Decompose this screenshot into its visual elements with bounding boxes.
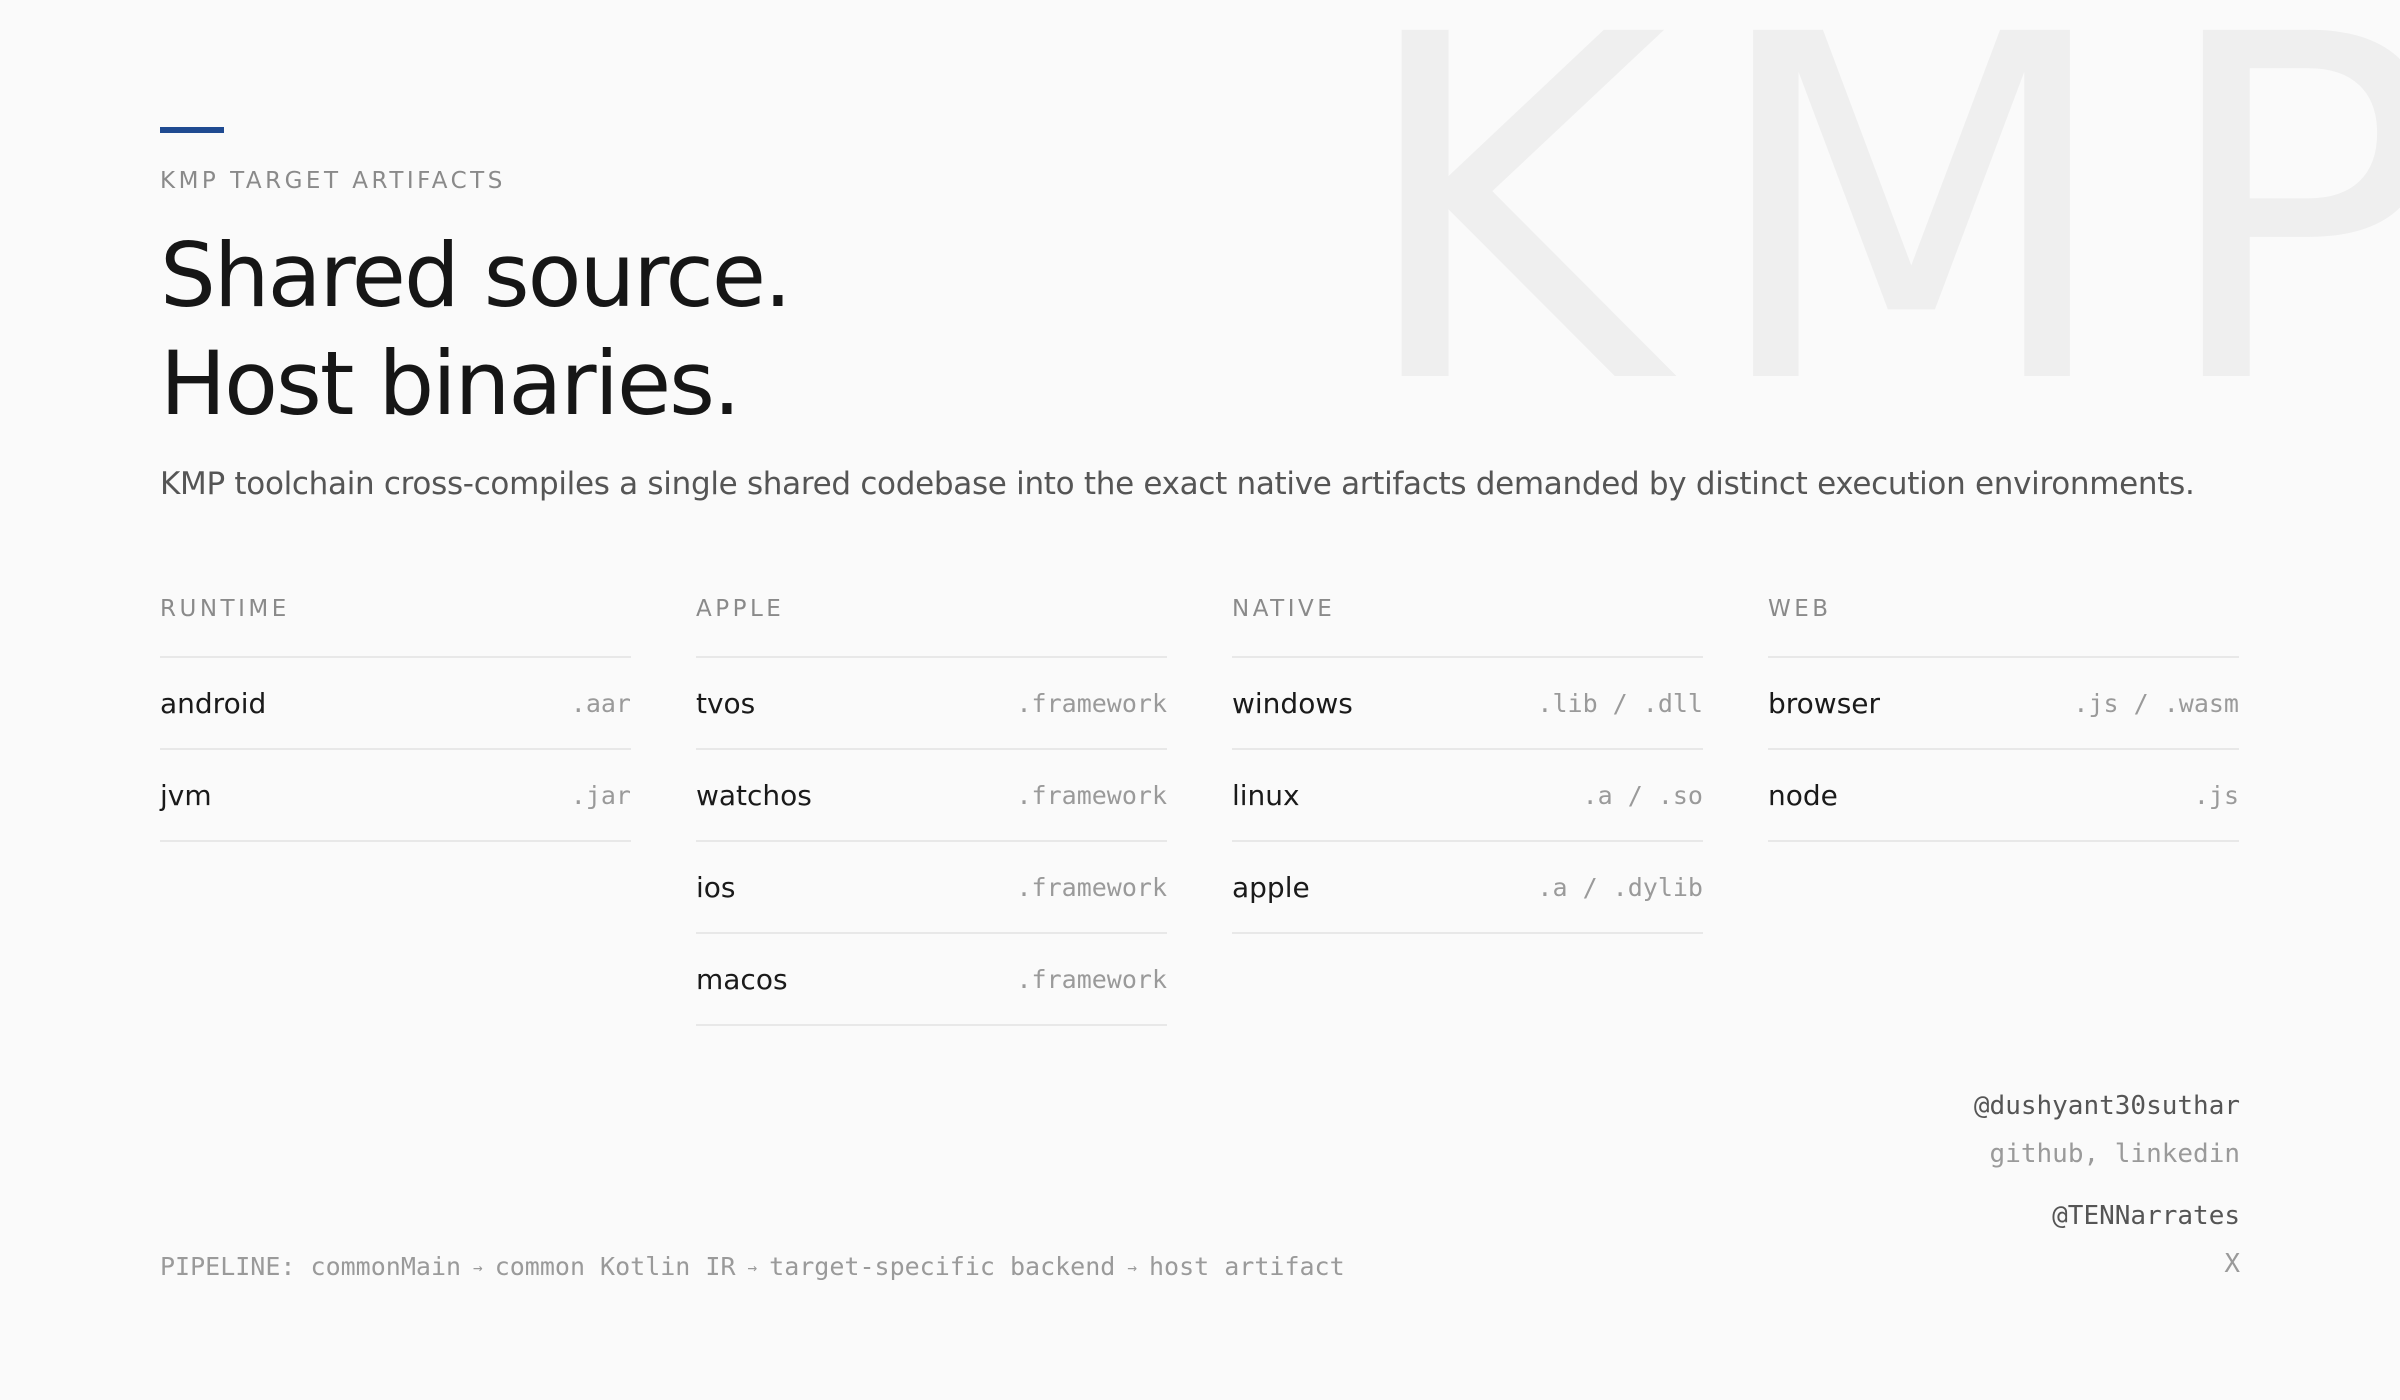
pipeline-step: commonMain [310,1252,462,1281]
table-row: ios .framework [696,842,1167,934]
column-runtime: RUNTIME android .aar jvm .jar [160,594,631,1026]
target-name: linux [1232,778,1300,812]
column-title: WEB [1768,594,2239,658]
author-platforms-2: X [2224,1249,2240,1279]
table-row: browser .js / .wasm [1768,658,2239,750]
author-handle-1: @dushyant30suthar [1973,1091,2240,1121]
table-row: watchos .framework [696,750,1167,842]
kmp-watermark: KMP [1355,0,2400,489]
arrow-right-icon: → [473,1258,483,1277]
arrow-right-icon: → [747,1258,758,1277]
headline-line-2: Host binaries. [160,332,741,435]
pipeline-label: PIPELINE: [160,1252,296,1281]
author-handle-2: @TENNarrates [2052,1201,2240,1231]
column-apple: APPLE tvos .framework watchos .framework… [696,594,1167,1026]
accent-bar [160,127,224,133]
eyebrow-label: KMP TARGET ARTIFACTS [160,168,506,194]
author-credits: @dushyant30suthar github, linkedin @TENN… [1974,1088,2240,1282]
pipeline-step: host artifact [1148,1252,1345,1281]
table-row: windows .lib / .dll [1232,658,1703,750]
table-row: apple .a / .dylib [1232,842,1703,934]
column-title: APPLE [696,594,1167,658]
column-title: RUNTIME [160,594,631,658]
arrow-right-icon: → [1127,1258,1137,1277]
artifact-ext: .jar [570,780,631,810]
table-row: jvm .jar [160,750,631,842]
target-name: node [1768,778,1838,812]
artifact-ext: .framework [1016,964,1167,994]
column-native: NATIVE windows .lib / .dll linux .a / .s… [1232,594,1703,1026]
artifact-ext: .a / .dylib [1537,872,1703,902]
target-name: macos [696,962,788,996]
artifact-ext: .js [2193,780,2239,810]
description: KMP toolchain cross-compiles a single sh… [160,466,2195,502]
target-name: watchos [696,778,812,812]
target-name: tvos [696,686,756,720]
artifact-ext: .lib / .dll [1537,688,1703,718]
author-platforms-1: github, linkedin [1989,1139,2240,1169]
table-row: linux .a / .so [1232,750,1703,842]
column-title: NATIVE [1232,594,1703,658]
artifact-ext: .aar [570,688,631,718]
artifact-ext: .a / .so [1582,780,1703,810]
pipeline-step: common Kotlin IR [494,1252,736,1281]
table-row: android .aar [160,658,631,750]
column-web: WEB browser .js / .wasm node .js [1768,594,2239,1026]
table-row: macos .framework [696,934,1167,1026]
pipeline-step: target-specific backend [769,1252,1116,1281]
table-row: node .js [1768,750,2239,842]
artifact-ext: .js / .wasm [2073,688,2239,718]
target-name: browser [1768,686,1881,720]
target-name: apple [1232,870,1310,904]
target-name: windows [1232,686,1353,720]
pipeline-footer: PIPELINE: commonMain → common Kotlin IR → ta… [160,1252,1345,1281]
artifact-ext: .framework [1016,780,1167,810]
table-row: tvos .framework [696,658,1167,750]
headline-line-1: Shared source. [160,224,792,327]
target-name: android [160,686,267,720]
artifact-ext: .framework [1016,688,1167,718]
target-name: ios [696,870,736,904]
page-title: Shared source. Host binaries. [160,222,792,438]
target-name: jvm [160,778,212,812]
targets-grid: RUNTIME android .aar jvm .jar APPLE tvos… [160,594,2239,1026]
artifact-ext: .framework [1016,872,1167,902]
